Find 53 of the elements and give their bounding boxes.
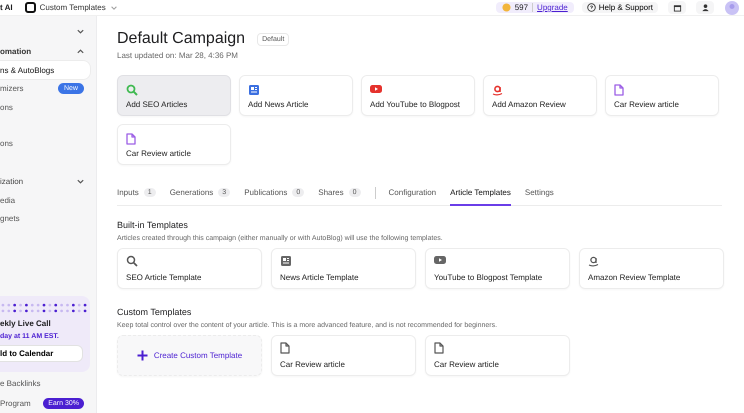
- coin-icon: [502, 3, 511, 12]
- user-icon: [700, 3, 710, 12]
- document-icon: [434, 342, 444, 354]
- add-to-calendar-button[interactable]: ld to Calendar: [0, 344, 83, 362]
- play-icon: [370, 84, 382, 94]
- tab[interactable]: Settings: [524, 183, 554, 206]
- action-card[interactable]: Add YouTube to Blogpost: [361, 75, 475, 116]
- section-title: Built-in Templates: [117, 220, 189, 230]
- sidebar-item[interactable]: ons: [0, 134, 90, 154]
- sidebar-item[interactable]: gnets: [0, 209, 90, 228]
- search-icon: [126, 84, 138, 96]
- plus-icon: [136, 350, 148, 361]
- sidebar-item[interactable]: ons: [0, 98, 90, 116]
- create-template-button[interactable]: Create Custom Template: [117, 335, 262, 376]
- promo-title: ekly Live Call: [0, 318, 52, 328]
- template-card[interactable]: Amazon Review Template: [579, 248, 724, 289]
- play-icon: [434, 255, 446, 265]
- action-card[interactable]: Add SEO Articles: [117, 75, 231, 116]
- last-updated-text: Last updated on: Mar 28, 4:36 PM: [117, 51, 239, 60]
- template-card[interactable]: Car Review article: [271, 335, 416, 376]
- template-card[interactable]: News Article Template: [271, 248, 416, 289]
- user-button[interactable]: [696, 1, 714, 14]
- workspace-icon: [24, 2, 36, 13]
- newspaper-icon: [280, 255, 292, 267]
- tab[interactable]: Configuration: [374, 183, 436, 206]
- sidebar-group-label: omation: [0, 46, 32, 56]
- action-card[interactable]: Car Review article: [605, 75, 719, 116]
- chevron-icon[interactable]: [76, 46, 85, 56]
- brand-name: t AI: [0, 3, 13, 12]
- document-icon: [126, 133, 136, 145]
- newspaper-icon: [248, 84, 260, 96]
- sidebar-group-label: ization: [0, 176, 24, 186]
- campaign-title: Default Campaign: [117, 30, 246, 48]
- chevron-icon[interactable]: [76, 27, 85, 36]
- help-icon: [586, 3, 596, 12]
- document-icon: [614, 84, 624, 96]
- action-card[interactable]: Add Amazon Review: [483, 75, 597, 116]
- help-button[interactable]: Help & Support: [582, 2, 658, 13]
- tab[interactable]: Article Templates: [450, 183, 511, 206]
- sidebar-item[interactable]: e Backlinks: [0, 374, 90, 393]
- sidebar-item[interactable]: edia: [0, 191, 90, 210]
- template-card[interactable]: SEO Article Template: [117, 248, 262, 289]
- template-card[interactable]: Car Review article: [425, 335, 570, 376]
- action-card[interactable]: Car Review article: [117, 124, 231, 165]
- sidebar-item[interactable]: ns & AutoBlogs: [0, 60, 90, 80]
- document-icon: [280, 342, 290, 354]
- template-card[interactable]: YouTube to Blogpost Template: [425, 248, 570, 289]
- search-icon: [126, 255, 138, 267]
- credits-count: 597: [514, 3, 528, 12]
- section-title: Custom Templates: [117, 307, 192, 317]
- workspace-selector[interactable]: Custom Templates: [40, 3, 106, 12]
- upgrade-link[interactable]: Upgrade: [532, 3, 568, 12]
- action-card[interactable]: Add News Article: [239, 75, 353, 116]
